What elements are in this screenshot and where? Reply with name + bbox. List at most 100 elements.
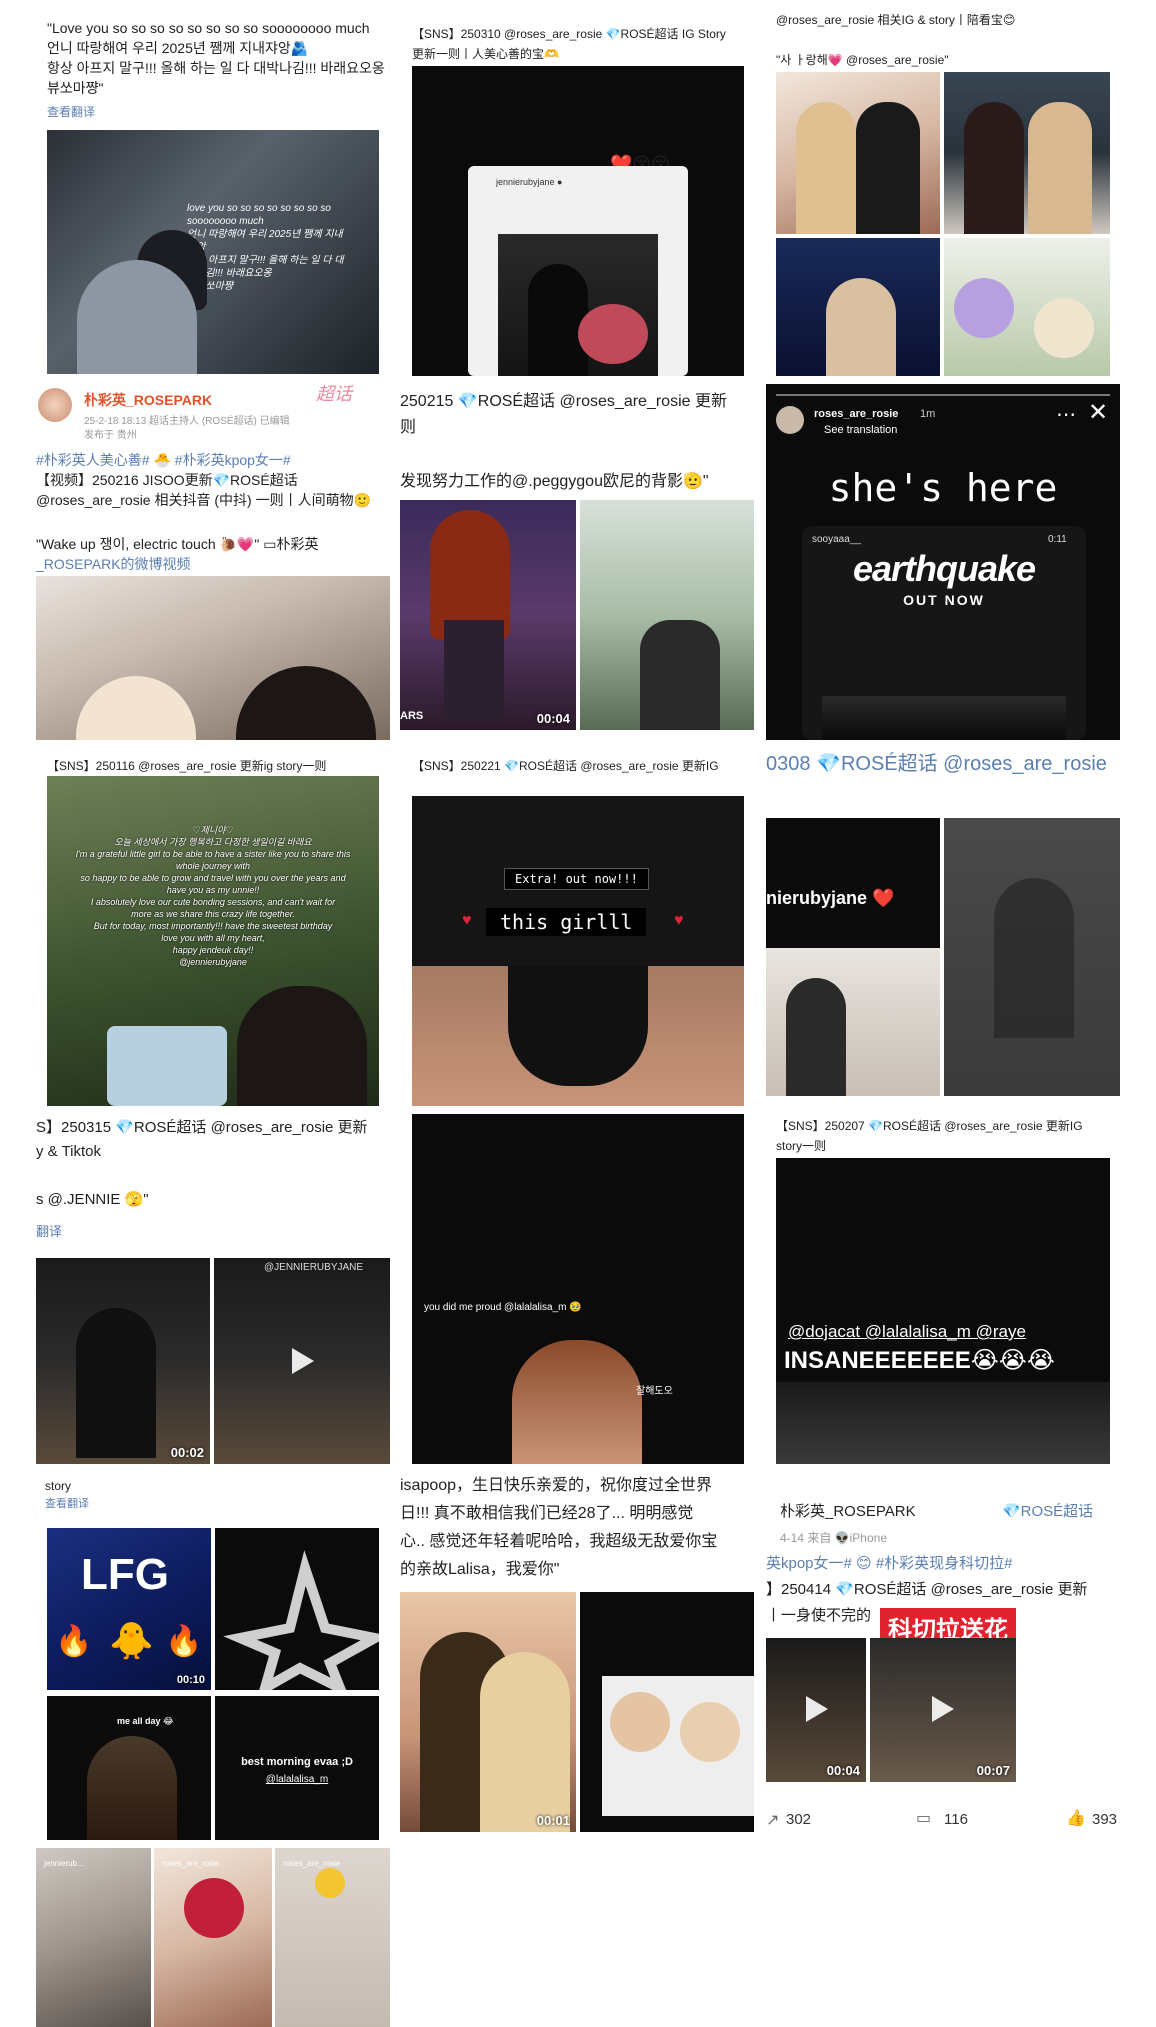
letter-line: have you as my unnie!! bbox=[166, 885, 260, 895]
post-image[interactable]: roses_are_rosie bbox=[275, 1848, 390, 2027]
video-duration: 00:07 bbox=[976, 1763, 1010, 1778]
post-tile-insane[interactable]: 【SNS】250207 💎ROSÉ超话 @roses_are_rosie 更新I… bbox=[766, 1114, 1120, 1464]
post-image[interactable]: @dojacat @lalalalisa_m @raye INSANEEEEEE… bbox=[776, 1158, 1110, 1464]
post-image[interactable]: ❤️😚😚 jennierubyjane ● bbox=[412, 66, 744, 376]
post-image[interactable]: jennierub... bbox=[36, 1848, 151, 2027]
post-image[interactable] bbox=[580, 1592, 754, 1832]
post-image[interactable] bbox=[776, 238, 940, 376]
post-image[interactable] bbox=[944, 818, 1120, 1096]
post-tile-flowers-triptych[interactable]: jennierub... roses_are_rosie roses_are_r… bbox=[36, 1848, 390, 2027]
post-tile-lfg-story[interactable]: story 查看翻译 LFG 🐥 🔥 🔥 00:10 me all day 😂 … bbox=[36, 1472, 390, 1840]
post-tile-lisa-birthday[interactable]: isapoop，生日快乐亲爱的，祝你度过全世界 日!!! 真不敢相信我们已经28… bbox=[400, 1472, 754, 1840]
story-tab: jennierub... bbox=[44, 1859, 84, 1868]
video-thumbnail[interactable]: 00:01 bbox=[400, 1592, 576, 1832]
post-text-line: 的亲故Lalisa，我爱你" bbox=[400, 1561, 560, 1578]
video-thumbnail[interactable]: LFG 🐥 🔥 🔥 00:10 bbox=[47, 1528, 211, 1690]
image-caption: me all day 😂 bbox=[117, 1716, 174, 1726]
close-icon[interactable]: ✕ bbox=[1088, 398, 1108, 427]
like-count: 393 bbox=[1092, 1811, 1118, 1828]
see-translation-link[interactable]: See translation bbox=[824, 420, 897, 440]
image-caption: 언니 따랑해여 우리 2025년 쨈께 지내 bbox=[187, 229, 343, 240]
like-icon[interactable]: 👍 bbox=[1066, 1808, 1086, 1828]
letter-line: I absolutely love our cute bonding sessi… bbox=[90, 897, 336, 907]
post-hashtags[interactable]: 英kpop女一# 😊 #朴彩英现身科切拉# bbox=[766, 1554, 1013, 1574]
image-caption: you did me proud @lalalalisa_m 🥹 bbox=[424, 1302, 582, 1313]
post-username[interactable]: 朴彩英_ROSEPARK bbox=[84, 390, 212, 410]
avatar[interactable] bbox=[38, 388, 72, 422]
letter-line: so happy to be able to grow and travel w… bbox=[80, 873, 346, 883]
image-label: ARS bbox=[400, 710, 424, 722]
play-icon[interactable] bbox=[932, 1696, 954, 1722]
post-tile-jennierubyjane[interactable]: 0308 💎ROSÉ超话 @roses_are_rosie nierubyjan… bbox=[766, 752, 1120, 1106]
post-text-line: 항상 아프지 말구!!! 올해 하는 일 다 대박나김!!! 바래요오옹 라 bbox=[47, 60, 390, 76]
post-meta: 4-14 来自 👽iPhone bbox=[780, 1531, 887, 1545]
video-thumbnail[interactable]: ARS 00:04 bbox=[400, 500, 576, 730]
post-image[interactable]: nierubyjane ❤️ bbox=[766, 818, 940, 1096]
post-image[interactable] bbox=[580, 500, 754, 730]
post-image[interactable]: love you so so so so so so so so soooooo… bbox=[47, 130, 379, 374]
post-image[interactable] bbox=[944, 238, 1110, 376]
banner-heart-icon: ♥ bbox=[462, 912, 472, 929]
post-tile-birthday-letter[interactable]: 【SNS】250116 @roses_are_rosie 更新ig story一… bbox=[36, 752, 390, 1106]
supertopic-badge: 超话 bbox=[316, 384, 352, 404]
out-now-label: OUT NOW bbox=[903, 592, 985, 608]
banner: this girlll bbox=[486, 908, 647, 936]
post-subtitle: 则 bbox=[400, 419, 417, 436]
image-caption: 박나김!!! 바래요오옹 bbox=[187, 268, 272, 279]
story-tab: roses_are_rosie bbox=[162, 1859, 220, 1868]
supertopic-tag[interactable]: 💎ROSÉ超话 bbox=[1002, 1502, 1093, 1522]
video-thumbnail[interactable]: @JENNIERUBYJANE bbox=[214, 1258, 390, 1464]
post-subtitle: story一则 bbox=[776, 1139, 827, 1153]
letter-line: But for today, most importantly!!! have … bbox=[93, 921, 333, 931]
story-viewer[interactable]: roses_are_rosie 1m See translation ⋯ ✕ s… bbox=[766, 384, 1120, 740]
post-quote: 发现努力工作的@.peggygou欧尼的背影🫡" bbox=[400, 473, 709, 490]
post-tile-tiktok[interactable]: S】250315 💎ROSÉ超话 @roses_are_rosie 更新 y &… bbox=[36, 1114, 390, 1464]
video-link[interactable]: _ROSEPARK的微博视频 bbox=[36, 554, 191, 574]
post-image[interactable] bbox=[944, 72, 1110, 234]
post-quote: "Wake up 쟁이, electric touch 🐌💗" ▭朴彩英 bbox=[36, 536, 319, 552]
post-image[interactable]: Extra! out now!!! ♥ this girlll ♥ bbox=[412, 796, 744, 1106]
translate-link[interactable]: 翻译 bbox=[36, 1222, 62, 1242]
post-tile-polaroid[interactable]: 【SNS】250310 @roses_are_rosie 💎ROSÉ超话 IG … bbox=[400, 14, 754, 376]
play-icon[interactable] bbox=[806, 1696, 828, 1722]
post-image[interactable] bbox=[776, 72, 940, 234]
play-icon[interactable] bbox=[292, 1348, 314, 1374]
post-tile-love-you[interactable]: "Love you so so so so so so so so sooooo… bbox=[36, 14, 390, 376]
post-text-line: isapoop，生日快乐亲爱的，祝你度过全世界 bbox=[400, 1477, 713, 1494]
video-thumbnail[interactable]: 00:07 bbox=[870, 1638, 1016, 1782]
post-image[interactable]: roses_are_rosie bbox=[154, 1848, 272, 2027]
post-image[interactable]: you did me proud @lalalalisa_m 🥹 잘해도오 bbox=[412, 1114, 744, 1464]
post-tile-ig-grid[interactable]: @roses_are_rosie 相关IG & story丨陪看宝😊 "사 ㅏ랑… bbox=[766, 14, 1120, 376]
comment-icon[interactable]: ▭ bbox=[916, 1808, 931, 1828]
post-username[interactable]: 朴彩英_ROSEPARK bbox=[780, 1502, 916, 1522]
post-text-line: 언니 따랑해여 우리 2025년 쨈께 지내쟈앙🫂 bbox=[47, 40, 309, 56]
post-tile-rosepark-profile[interactable]: 朴彩英_ROSEPARK 超话 25-2-18 18:13 超话主持人 (ROS… bbox=[36, 384, 390, 740]
translate-link[interactable]: 查看翻译 bbox=[47, 102, 95, 122]
post-tile-coachella[interactable]: 朴彩英_ROSEPARK 💎ROSÉ超话 4-14 来自 👽iPhone 英kp… bbox=[766, 1472, 1120, 1840]
video-thumbnail[interactable]: 00:02 bbox=[36, 1258, 210, 1464]
post-tile-earthquake-story[interactable]: roses_are_rosie 1m See translation ⋯ ✕ s… bbox=[766, 384, 1120, 740]
post-text-line: 日!!! 真不敢相信我们已经28了... 明明感觉 bbox=[400, 1505, 694, 1522]
fire-emoji: 🔥 bbox=[55, 1625, 93, 1658]
post-tile-proud[interactable]: you did me proud @lalalalisa_m 🥹 잘해도오 bbox=[400, 1114, 754, 1464]
post-image[interactable] bbox=[215, 1528, 379, 1690]
star-icon bbox=[223, 1550, 379, 1690]
post-image[interactable]: best morning evaa ;D @lalalalisa_m bbox=[215, 1696, 379, 1840]
avatar[interactable] bbox=[776, 406, 804, 434]
post-image[interactable]: ♡제니야♡ 오늘 세상에서 가장 행복하고 다정한 생일이길 바래요 I'm a… bbox=[47, 776, 379, 1106]
post-title: S】250315 💎ROSÉ超话 @roses_are_rosie 更新 bbox=[36, 1119, 368, 1136]
video-thumbnail[interactable]: 00:04 bbox=[766, 1638, 866, 1782]
post-tile-this-girl[interactable]: 【SNS】250221 💎ROSÉ超话 @roses_are_rosie 更新I… bbox=[400, 752, 754, 1106]
more-icon[interactable]: ⋯ bbox=[1056, 402, 1076, 427]
share-icon[interactable]: ↗ bbox=[766, 1810, 779, 1830]
post-tile-peggygou[interactable]: 250215 💎ROSÉ超话 @roses_are_rosie 更新 则 发现努… bbox=[400, 384, 754, 740]
post-hashtags[interactable]: #朴彩英人美心善# 🐣 #朴彩英kpop女一# bbox=[36, 450, 291, 470]
post-image[interactable] bbox=[36, 576, 390, 740]
story-headline: she's here bbox=[828, 466, 1058, 510]
post-text-line: @roses_are_rosie 相关抖音 (中抖) 一则丨人间萌物🙂 bbox=[36, 492, 372, 508]
post-title: 【SNS】250116 @roses_are_rosie 更新ig story一… bbox=[47, 759, 327, 773]
post-title: @roses_are_rosie 相关IG & story丨陪看宝😊 bbox=[776, 14, 1016, 27]
translate-link[interactable]: 查看翻译 bbox=[45, 1494, 89, 1514]
letter-line: @jennierubyjane bbox=[179, 957, 247, 967]
post-image[interactable]: me all day 😂 bbox=[47, 1696, 211, 1840]
